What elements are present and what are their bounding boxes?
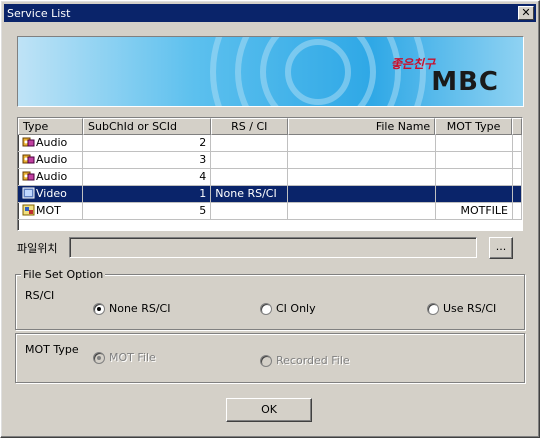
column-header-subchid[interactable]: SubChId or SCId xyxy=(83,118,211,135)
column-header-type[interactable]: Type xyxy=(18,118,84,135)
audio-icon xyxy=(22,154,35,164)
row-subch: 4 xyxy=(83,169,212,186)
list-row[interactable]: Audio 4 xyxy=(18,169,522,186)
radio-use-rsci[interactable]: Use RS/CI xyxy=(427,302,496,315)
row-file xyxy=(288,186,437,203)
row-subch: 2 xyxy=(83,135,212,152)
mot-icon xyxy=(22,204,35,216)
row-rsci xyxy=(211,169,289,186)
row-rsci: None RS/CI xyxy=(211,186,289,203)
mbc-banner: 좋은친구 MBC xyxy=(17,36,524,107)
row-rsci xyxy=(211,203,289,220)
column-header-filename[interactable]: File Name xyxy=(287,118,436,135)
row-type: MOT xyxy=(36,204,61,217)
radio-ci-only[interactable]: CI Only xyxy=(260,302,316,315)
radio-label: Use RS/CI xyxy=(443,302,497,315)
window-title: Service List xyxy=(7,6,71,20)
list-row[interactable]: Audio 3 xyxy=(18,152,522,169)
row-type: Audio xyxy=(36,153,68,166)
browse-button[interactable]: ... xyxy=(489,237,513,259)
radio-label: CI Only xyxy=(276,302,316,315)
row-mot xyxy=(436,135,513,152)
row-mot xyxy=(436,169,513,186)
rsci-label: RS/CI xyxy=(25,289,55,302)
radio-dot xyxy=(427,302,439,315)
video-icon xyxy=(22,187,35,199)
logo-slogan: 좋은친구 xyxy=(390,57,435,71)
mbc-logo: MBC xyxy=(431,67,499,97)
row-type: Audio xyxy=(36,136,68,149)
row-mot xyxy=(436,152,513,169)
column-header-rsci[interactable]: RS / CI xyxy=(210,118,288,135)
row-rsci xyxy=(211,152,289,169)
ok-button[interactable]: OK xyxy=(226,398,312,422)
radio-dot xyxy=(93,351,105,364)
row-mot xyxy=(436,186,513,203)
radio-dot xyxy=(260,302,272,315)
radio-label: MOT File xyxy=(109,351,156,364)
list-row[interactable]: MOT 5 MOTFILE xyxy=(18,203,522,220)
radio-recorded-file[interactable]: Recorded File xyxy=(260,354,350,367)
row-type: Audio xyxy=(36,170,68,183)
radio-label: Recorded File xyxy=(276,354,350,367)
column-header-mottype[interactable]: MOT Type xyxy=(435,118,512,135)
row-type: Video xyxy=(36,187,67,200)
row-subch: 1 xyxy=(83,186,212,203)
radio-mot-file[interactable]: MOT File xyxy=(93,351,156,364)
radio-dot xyxy=(260,354,272,367)
service-list-view[interactable]: Type SubChId or SCId RS / CI File Name M… xyxy=(17,117,523,231)
list-row[interactable]: Audio 2 xyxy=(18,135,522,152)
file-location-field[interactable] xyxy=(69,237,477,258)
audio-icon xyxy=(22,171,35,181)
file-set-option-title: File Set Option xyxy=(21,268,106,281)
row-subch: 3 xyxy=(83,152,212,169)
close-button[interactable]: ✕ xyxy=(518,6,534,20)
row-subch: 5 xyxy=(83,203,212,220)
row-file xyxy=(288,152,437,169)
list-row-selected[interactable]: Video 1 None RS/CI xyxy=(18,186,522,203)
row-mot: MOTFILE xyxy=(436,203,513,220)
row-file xyxy=(288,169,437,186)
radio-label: None RS/CI xyxy=(109,302,171,315)
column-header-filler xyxy=(512,118,522,135)
row-file xyxy=(288,203,437,220)
mot-type-label: MOT Type xyxy=(25,343,79,356)
radio-none-rsci[interactable]: None RS/CI xyxy=(93,302,170,315)
list-header: Type SubChId or SCId RS / CI File Name M… xyxy=(18,118,522,135)
service-list-dialog: Service List ✕ 좋은친구 MBC Type SubChId or … xyxy=(0,0,540,438)
audio-icon xyxy=(22,137,35,147)
row-rsci xyxy=(211,135,289,152)
file-location-label: 파일위치 xyxy=(17,242,58,255)
close-icon: ✕ xyxy=(521,6,531,19)
row-file xyxy=(288,135,437,152)
radio-dot xyxy=(93,302,105,315)
titlebar: Service List ✕ xyxy=(4,4,536,22)
